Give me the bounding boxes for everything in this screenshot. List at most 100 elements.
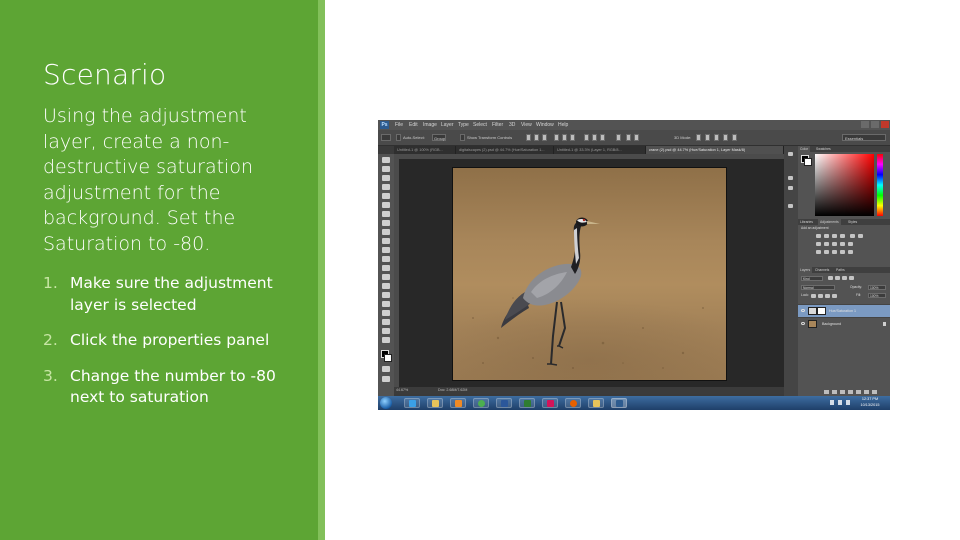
new-adjustment-layer-icon[interactable] (848, 390, 853, 394)
word-taskbar-icon[interactable] (496, 398, 512, 408)
opacity-input[interactable]: 100% (868, 285, 886, 290)
filter-type-icon[interactable] (842, 276, 847, 280)
filter-shape-icon[interactable] (849, 276, 854, 280)
menu-help[interactable]: Help (558, 120, 568, 130)
tab-adjustments[interactable]: Adjustments (818, 219, 841, 225)
tray-flag-icon[interactable] (830, 400, 834, 405)
distribute-top-icon[interactable] (584, 134, 589, 141)
menu-select[interactable]: Select (473, 120, 487, 130)
menu-window[interactable]: Window (536, 120, 554, 130)
panel-background-swatch[interactable] (804, 158, 812, 166)
align-bottom-icon[interactable] (542, 134, 547, 141)
blend-mode-dropdown[interactable]: Normal (801, 285, 835, 290)
clock-date[interactable]: 10/13/2015 (856, 402, 884, 409)
blur-tool-icon[interactable] (382, 265, 390, 271)
align-right-icon[interactable] (570, 134, 575, 141)
character-panel-icon[interactable] (788, 176, 793, 180)
drag-3d-icon[interactable] (714, 134, 719, 141)
tab-channels[interactable]: Channels (813, 267, 831, 273)
auto-select-dropdown[interactable]: Group (432, 134, 446, 141)
canvas-area[interactable] (399, 159, 784, 387)
brightness-contrast-icon[interactable] (816, 234, 821, 238)
new-group-icon[interactable] (856, 390, 861, 394)
brush-tool-icon[interactable] (382, 220, 390, 226)
chrome-taskbar-icon[interactable] (473, 398, 489, 408)
excel-taskbar-icon[interactable] (519, 398, 535, 408)
tab-untitled-1-layer[interactable]: Untitled-1 @ 33.3% (Layer 1, RGB/8... (554, 146, 646, 154)
folder-taskbar-icon[interactable] (588, 398, 604, 408)
layer-row-background[interactable]: Background (798, 317, 890, 330)
menu-edit[interactable]: Edit (409, 120, 418, 130)
tray-volume-icon[interactable] (846, 400, 850, 405)
menu-image[interactable]: Image (423, 120, 437, 130)
explorer-taskbar-icon[interactable] (427, 398, 443, 408)
distribute-left-icon[interactable] (626, 134, 631, 141)
tab-untitled-1[interactable]: Untitled-1 @ 100% (RGB... (394, 146, 456, 154)
filter-pixel-icon[interactable] (828, 276, 833, 280)
marquee-tool-icon[interactable] (382, 166, 390, 172)
tab-paths[interactable]: Paths (834, 267, 847, 273)
pen-tool-icon[interactable] (382, 283, 390, 289)
dodge-tool-icon[interactable] (382, 274, 390, 280)
type-tool-icon[interactable] (382, 292, 390, 298)
paragraph-panel-icon[interactable] (788, 186, 793, 190)
menu-layer[interactable]: Layer (441, 120, 454, 130)
photoshop-taskbar-icon[interactable] (611, 398, 627, 408)
hue-slider[interactable] (877, 154, 883, 216)
healing-brush-tool-icon[interactable] (382, 211, 390, 217)
lock-transparent-icon[interactable] (811, 294, 816, 298)
menu-view[interactable]: View (521, 120, 532, 130)
tab-swatches[interactable]: Swatches (814, 146, 833, 152)
menu-3d[interactable]: 3D (509, 120, 515, 130)
history-panel-icon[interactable] (788, 152, 793, 156)
exposure-icon[interactable] (840, 234, 845, 238)
menu-type[interactable]: Type (458, 120, 469, 130)
close-icon[interactable] (881, 121, 889, 128)
new-layer-icon[interactable] (864, 390, 869, 394)
menu-file[interactable]: File (395, 120, 403, 130)
color-balance-icon[interactable] (816, 242, 821, 246)
gradient-map-icon[interactable] (840, 250, 845, 254)
align-center-icon[interactable] (562, 134, 567, 141)
roll-3d-icon[interactable] (705, 134, 710, 141)
vibrance-icon[interactable] (850, 234, 855, 238)
crop-tool-icon[interactable] (382, 193, 390, 199)
visibility-eye-icon[interactable] (801, 322, 805, 325)
background-color-swatch[interactable] (384, 354, 392, 362)
tab-crane[interactable]: crane (2).psd @ 44.7% (Hue/Saturation 1,… (646, 146, 784, 154)
shape-tool-icon[interactable] (382, 310, 390, 316)
tray-network-icon[interactable] (838, 400, 842, 405)
indesign-taskbar-icon[interactable] (542, 398, 558, 408)
maximize-icon[interactable] (871, 121, 879, 128)
color-lookup-icon[interactable] (848, 242, 853, 246)
tab-styles[interactable]: Styles (846, 219, 859, 225)
move-tool-icon[interactable] (382, 157, 390, 163)
layer-row-hue-saturation[interactable]: Hue/Saturation 1 (798, 304, 890, 317)
move-tool-preset[interactable] (381, 134, 391, 141)
edit-toolbar-icon[interactable] (382, 337, 390, 343)
channel-mixer-icon[interactable] (840, 242, 845, 246)
tab-color[interactable]: Color (798, 146, 811, 152)
quick-select-tool-icon[interactable] (382, 184, 390, 190)
gradient-tool-icon[interactable] (382, 256, 390, 262)
minimize-icon[interactable] (861, 121, 869, 128)
hue-saturation-icon[interactable] (858, 234, 863, 238)
curves-icon[interactable] (832, 234, 837, 238)
show-transform-checkbox[interactable] (460, 134, 465, 141)
lock-position-icon[interactable] (825, 294, 830, 298)
layer-style-icon[interactable] (832, 390, 837, 394)
auto-select-checkbox[interactable] (396, 134, 401, 141)
quick-mask-icon[interactable] (382, 366, 390, 372)
visibility-eye-icon[interactable] (801, 309, 805, 312)
eyedropper-tool-icon[interactable] (382, 202, 390, 208)
layer-mask-thumbnail[interactable] (817, 307, 826, 315)
ie-taskbar-icon[interactable] (404, 398, 420, 408)
levels-icon[interactable] (824, 234, 829, 238)
invert-icon[interactable] (816, 250, 821, 254)
lock-all-icon[interactable] (832, 294, 837, 298)
workspace-dropdown[interactable]: Essentials (842, 134, 886, 141)
zoom-level[interactable]: 44.67% (396, 387, 408, 394)
align-middle-icon[interactable] (534, 134, 539, 141)
distribute-right-icon[interactable] (634, 134, 639, 141)
slide-3d-icon[interactable] (723, 134, 728, 141)
